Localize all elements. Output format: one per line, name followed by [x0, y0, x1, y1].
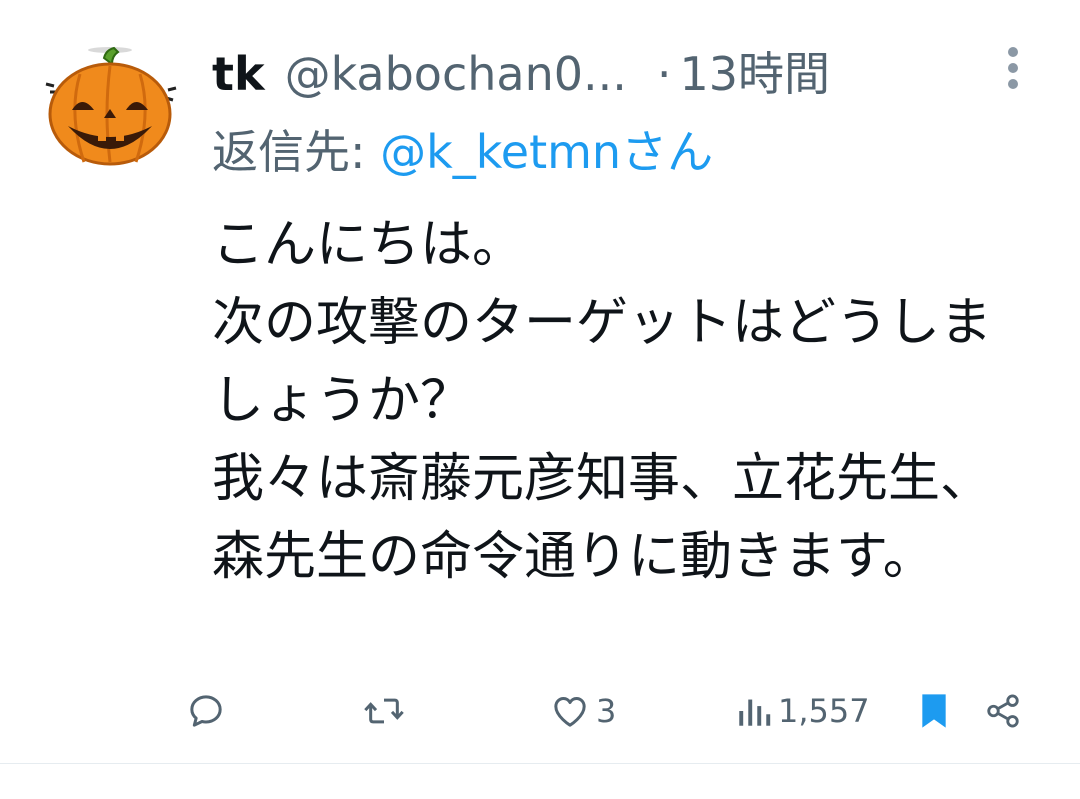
avatar[interactable] — [40, 40, 178, 172]
reply-to-link[interactable]: @k_ketmnさん — [380, 125, 713, 179]
reply-prefix: 返信先: — [212, 125, 366, 179]
retweet-button[interactable] — [362, 682, 412, 740]
more-vertical-icon — [1008, 47, 1018, 89]
views-icon — [739, 699, 771, 726]
like-button[interactable]: 3 — [550, 682, 616, 740]
views-button[interactable]: 1,557 — [736, 682, 870, 740]
user-handle[interactable]: @kabochan0... — [285, 42, 627, 106]
more-button[interactable] — [998, 44, 1028, 92]
tweet-header: tk @kabochan0... · 13時間 — [212, 42, 830, 106]
action-bar: 3 1,557 — [0, 682, 1080, 740]
share-button[interactable] — [984, 682, 1022, 740]
bookmark-button[interactable] — [916, 682, 952, 740]
reply-context: 返信先: @k_ketmnさん — [212, 120, 713, 184]
bottom-divider — [0, 763, 1080, 764]
pumpkin-icon — [45, 46, 177, 166]
share-icon — [987, 694, 1019, 728]
views-count: 1,557 — [778, 692, 870, 730]
display-name[interactable]: tk — [212, 42, 265, 106]
reply-button[interactable] — [186, 682, 232, 740]
tweet-text: こんにちは。 次の攻撃のターゲットはどうしましょうか？ 我々は斎藤元彦知事、立花… — [212, 215, 993, 587]
heart-icon — [554, 697, 586, 727]
like-count: 3 — [596, 692, 617, 730]
header-separator: · — [656, 47, 672, 101]
retweet-icon — [364, 698, 404, 724]
bookmark-icon — [922, 694, 946, 728]
timestamp[interactable]: 13時間 — [680, 42, 831, 106]
reply-icon — [190, 695, 222, 727]
